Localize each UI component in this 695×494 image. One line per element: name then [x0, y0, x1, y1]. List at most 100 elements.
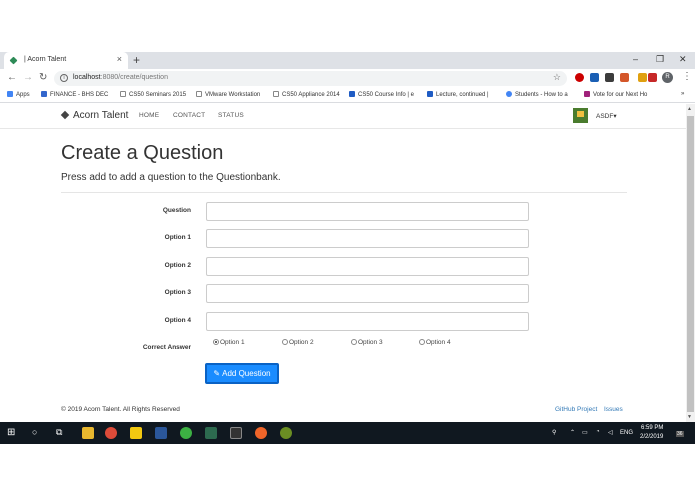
scroll-up-icon[interactable]: ▲ — [687, 106, 692, 112]
option3-input[interactable] — [206, 284, 529, 303]
forward-arrow-icon[interactable]: → — [23, 72, 33, 83]
radio-unchecked-icon[interactable] — [419, 339, 425, 345]
correct-answer-label: Correct Answer — [142, 344, 191, 351]
volume-icon[interactable]: ◁ — [608, 429, 613, 436]
git-icon[interactable] — [205, 427, 217, 439]
bookmark-item[interactable]: Lecture, continued | — [427, 91, 489, 98]
bookmark-item[interactable]: VMware Workstation — [196, 91, 260, 98]
extension-icon[interactable] — [590, 73, 599, 82]
option1-input[interactable] — [206, 229, 529, 248]
sticky-notes-icon[interactable] — [130, 427, 142, 439]
tray-overflow-icon[interactable]: ⌃ — [570, 429, 575, 436]
radio-option-3[interactable]: Option 3 — [351, 339, 383, 346]
option1-label: Option 1 — [164, 234, 191, 241]
clock-time[interactable]: 6:59 PM — [641, 425, 663, 431]
close-window-button[interactable]: ✕ — [679, 54, 687, 65]
extension-icon[interactable] — [605, 73, 614, 82]
radio-option-2[interactable]: Option 2 — [282, 339, 314, 346]
bookmarks-bar: Apps FINANCE - BHS DEC CS50 Seminars 201… — [0, 88, 695, 103]
notification-center-icon[interactable]: 36 — [676, 431, 684, 437]
extension-icon[interactable] — [620, 73, 629, 82]
browser-menu-icon[interactable]: ⋮ — [682, 71, 692, 82]
info-icon[interactable]: i — [60, 74, 68, 82]
user-avatar[interactable] — [573, 108, 588, 123]
extension-icon[interactable] — [648, 73, 657, 82]
chrome-icon[interactable] — [105, 427, 117, 439]
scroll-down-icon[interactable]: ▼ — [687, 414, 692, 420]
nav-home[interactable]: HOME — [139, 112, 159, 119]
clock-date[interactable]: 2/2/2019 — [640, 434, 663, 440]
nav-contact[interactable]: CONTACT — [173, 112, 205, 119]
edx-icon — [427, 91, 433, 97]
terminal-icon[interactable] — [230, 427, 242, 439]
cube-logo-icon — [60, 110, 70, 120]
radio-checked-icon[interactable] — [213, 339, 219, 345]
page-icon — [196, 91, 202, 97]
bookmark-item[interactable]: FINANCE - BHS DEC — [41, 91, 108, 98]
extension-icon[interactable] — [638, 73, 647, 82]
page-icon — [273, 91, 279, 97]
search-icon[interactable]: ○ — [32, 427, 37, 437]
windows-taskbar: ⊞ ○ ⧉ ⚲ ⌃ ▭ ◔ ◁ ENG 6:59 PM 2/2/2019 36 — [0, 422, 695, 444]
bookmark-icon — [41, 91, 47, 97]
bookmark-item[interactable]: Vote for our Next Ho — [584, 91, 647, 98]
bookmark-item[interactable]: CS50 Appliance 2014 — [273, 91, 340, 98]
browser-tab-bar: | Acorn Talent × + – ❐ ✕ — [0, 52, 695, 69]
bookmark-item[interactable]: Students - How to a — [506, 91, 568, 98]
language-indicator[interactable]: ENG — [620, 430, 633, 436]
url-text[interactable]: localhost:8080/create/question — [73, 74, 168, 81]
spotify-icon[interactable] — [180, 427, 192, 439]
app-icon[interactable] — [255, 427, 267, 439]
option4-input[interactable] — [206, 312, 529, 331]
task-view-icon[interactable]: ⧉ — [56, 427, 62, 438]
footer-copyright: © 2019 Acorn Talent. All Rights Reserved — [61, 406, 180, 413]
page-title: Create a Question — [61, 142, 224, 164]
file-explorer-icon[interactable] — [82, 427, 94, 439]
opera-extension-icon[interactable] — [575, 73, 584, 82]
minimize-button[interactable]: – — [633, 54, 638, 64]
question-label: Question — [162, 207, 191, 214]
people-icon[interactable]: ⚲ — [552, 429, 556, 436]
option4-label: Option 4 — [164, 317, 191, 324]
site-navbar: Acorn Talent HOME CONTACT STATUS ASDF▾ — [0, 104, 686, 129]
maximize-button[interactable]: ❐ — [656, 54, 664, 65]
apps-grid-icon — [7, 91, 13, 97]
windows-start-icon[interactable]: ⊞ — [7, 427, 15, 438]
bookmark-item[interactable]: CS50 Seminars 2015 — [120, 91, 186, 98]
add-question-button[interactable]: ✎ Add Question — [205, 363, 279, 384]
scroll-thumb[interactable] — [687, 116, 694, 412]
profile-avatar[interactable]: R — [662, 72, 673, 83]
radio-unchecked-icon[interactable] — [351, 339, 357, 345]
radio-option-1[interactable]: Option 1 — [213, 339, 245, 346]
bookmarks-overflow-icon[interactable]: » — [681, 91, 684, 97]
new-tab-button[interactable]: + — [133, 53, 140, 67]
word-icon[interactable] — [155, 427, 167, 439]
network-icon[interactable]: ▭ — [582, 429, 588, 436]
option2-input[interactable] — [206, 257, 529, 276]
nav-status[interactable]: STATUS — [218, 112, 244, 119]
divider — [61, 192, 627, 193]
bookmark-star-icon[interactable]: ☆ — [553, 72, 561, 83]
question-input[interactable] — [206, 202, 529, 221]
radio-option-4[interactable]: Option 4 — [419, 339, 451, 346]
browser-toolbar: ← → ↻ i localhost:8080/create/question ☆… — [0, 69, 695, 88]
app-icon[interactable] — [280, 427, 292, 439]
issues-link[interactable]: Issues — [604, 406, 623, 413]
bookmark-apps[interactable]: Apps — [7, 91, 30, 98]
wifi-icon[interactable]: ◔ — [596, 429, 600, 435]
radio-unchecked-icon[interactable] — [282, 339, 288, 345]
address-bar[interactable]: i localhost:8080/create/question ☆ — [54, 71, 567, 86]
brand-link[interactable]: Acorn Talent — [60, 110, 128, 121]
tab-close-icon[interactable]: × — [117, 54, 122, 64]
edx-icon — [349, 91, 355, 97]
github-project-link[interactable]: GitHub Project — [555, 406, 597, 413]
reload-icon[interactable]: ↻ — [39, 72, 47, 83]
bookmark-item[interactable]: CS50 Course Info | e — [349, 91, 414, 98]
user-dropdown[interactable]: ASDF▾ — [596, 112, 617, 120]
option2-label: Option 2 — [164, 262, 191, 269]
pencil-icon: ✎ — [213, 369, 221, 378]
back-arrow-icon[interactable]: ← — [7, 72, 17, 83]
browser-tab[interactable]: | Acorn Talent × — [4, 52, 128, 69]
page-scrollbar[interactable]: ▲ ▼ — [686, 104, 695, 422]
google-icon — [506, 91, 512, 97]
